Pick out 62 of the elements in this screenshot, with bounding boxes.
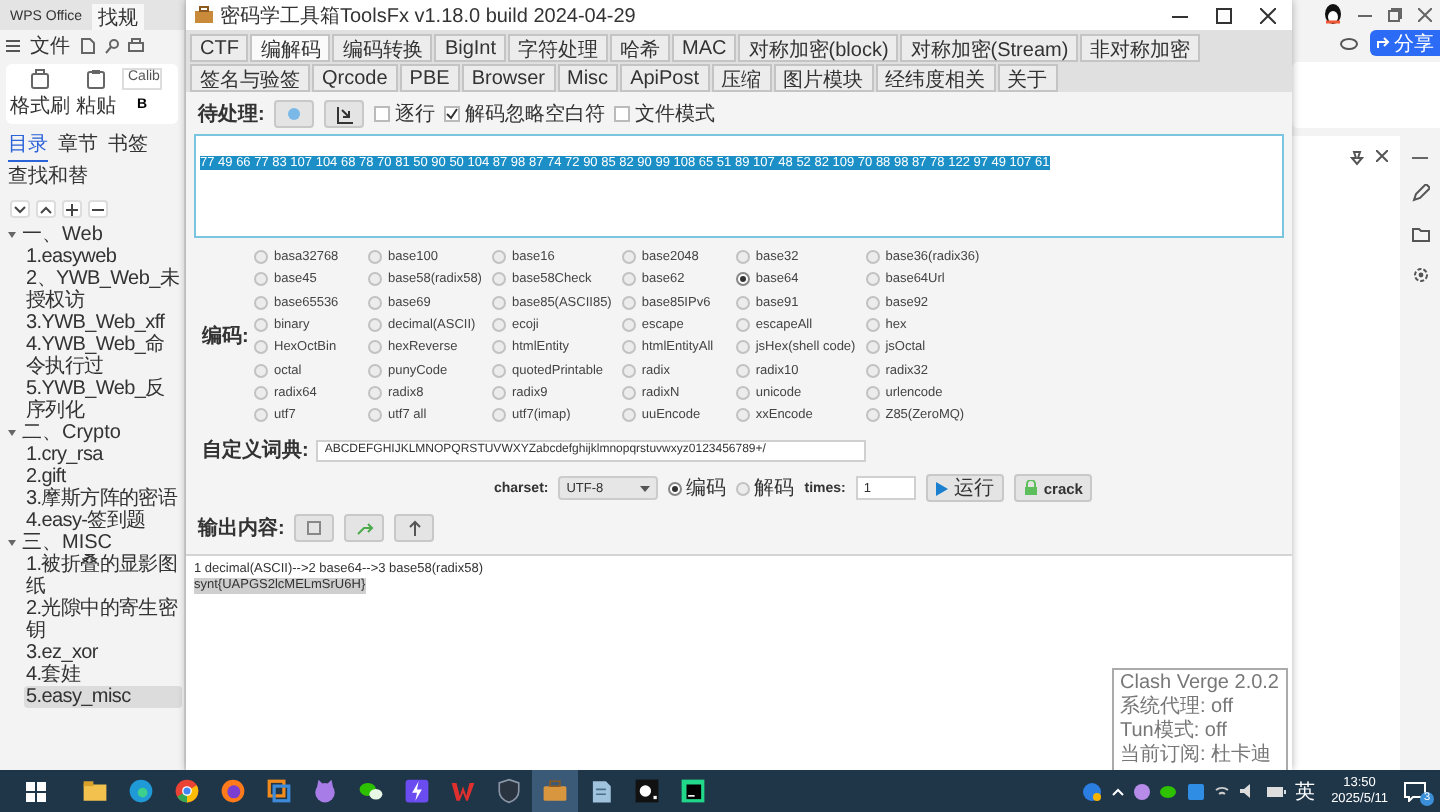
tab[interactable]: 非对称加密 <box>1080 34 1201 62</box>
outline-item[interactable]: 1.cry_rsa <box>24 444 182 466</box>
outline-heading[interactable]: 三、MISC <box>22 532 112 554</box>
run-button[interactable]: 运行 <box>925 474 1004 503</box>
panel-tab[interactable]: 查找和替 <box>8 162 88 194</box>
panel-tab[interactable]: 目录 <box>8 130 48 162</box>
tab[interactable]: Browser <box>461 64 555 92</box>
tab[interactable]: PBE <box>399 64 460 92</box>
outline-item[interactable]: 2、YWB_Web_未授权访 <box>24 268 182 312</box>
outline-item[interactable]: 5.easy_misc <box>24 686 182 708</box>
tooltip-text: 系统代理: off <box>1120 696 1235 719</box>
app-tab[interactable]: 找规 <box>92 4 145 30</box>
input-method[interactable]: 英 <box>1295 777 1316 805</box>
option-checkbox[interactable]: 解码忽略空白符 <box>444 100 605 128</box>
tab[interactable]: 哈希 <box>610 34 671 62</box>
share-button[interactable]: 分享 <box>1370 30 1440 56</box>
mode-radio[interactable]: 解码 <box>736 474 795 503</box>
tab[interactable]: 压缩 <box>711 64 772 92</box>
outline-item[interactable]: 4.YWB_Web_命令执行过 <box>24 334 182 378</box>
tab[interactable]: Qrcode <box>312 64 398 92</box>
format-painter-button[interactable]: 格式刷 <box>10 68 70 120</box>
outline-item[interactable]: 1.easyweb <box>24 246 182 268</box>
paste-button[interactable]: 粘贴 <box>76 68 116 120</box>
panel-tab[interactable]: 书签 <box>108 130 148 162</box>
tab[interactable]: 对称加密(block) <box>738 34 899 62</box>
outline-item[interactable]: 4.套娃 <box>24 664 182 686</box>
input-label: 待处理: <box>198 101 265 128</box>
option-checkbox[interactable]: 文件模式 <box>614 100 715 128</box>
tab[interactable]: 编码转换 <box>332 34 433 62</box>
option-checkbox[interactable]: 逐行 <box>374 100 435 128</box>
tab[interactable]: 关于 <box>997 64 1058 92</box>
encoding-label: 编码: <box>202 323 251 351</box>
tab[interactable]: 经纬度相关 <box>875 64 996 92</box>
tab[interactable]: 对称加密(Stream) <box>900 34 1079 62</box>
panel-tab[interactable]: 章节 <box>58 130 98 162</box>
outline-item[interactable]: 3.摩斯方阵的密语 <box>24 488 182 510</box>
outline-item[interactable]: 3.ez_xor <box>24 642 182 664</box>
outline-item[interactable]: 3.YWB_Web_xff <box>24 312 182 334</box>
tab[interactable]: 签名与验签 <box>190 64 310 92</box>
tab[interactable]: 图片模块 <box>773 64 874 92</box>
tab[interactable]: Misc <box>557 64 619 92</box>
outline-item[interactable]: 4.easy-签到题 <box>24 510 182 532</box>
window-title: 密码学工具箱ToolsFx v1.18.0 build 2024-04-29 <box>220 3 636 29</box>
file-menu[interactable]: 文件 <box>28 31 72 59</box>
mode-radio[interactable]: 编码 <box>668 474 727 503</box>
tab[interactable]: 编解码 <box>250 34 331 62</box>
output-label: 输出内容: <box>198 514 285 543</box>
outline-item[interactable]: 2.gift <box>24 466 182 488</box>
dictionary-label: 自定义词典: <box>202 436 309 465</box>
tab[interactable]: ApiPost <box>620 64 710 92</box>
tooltip-text: Tun模式: off <box>1120 720 1229 743</box>
tab[interactable]: MAC <box>672 34 737 62</box>
tooltip-text: 当前订阅: 杜卡迪 <box>1120 744 1274 768</box>
outline-heading[interactable]: 二、Crypto <box>22 422 121 444</box>
outline-item[interactable]: 1.被折叠的显影图纸 <box>24 554 182 598</box>
outline-heading[interactable]: 一、Web <box>22 224 103 246</box>
tab[interactable]: CTF <box>190 34 249 62</box>
tab[interactable]: 字符处理 <box>508 34 609 62</box>
tab[interactable]: BigInt <box>434 34 507 62</box>
outline-item[interactable]: 2.光隙中的寄生密钥 <box>24 598 182 642</box>
tooltip-text: Clash Verge 2.0.2 <box>1120 672 1279 695</box>
outline-item[interactable]: 5.YWB_Web_反序列化 <box>24 378 182 422</box>
